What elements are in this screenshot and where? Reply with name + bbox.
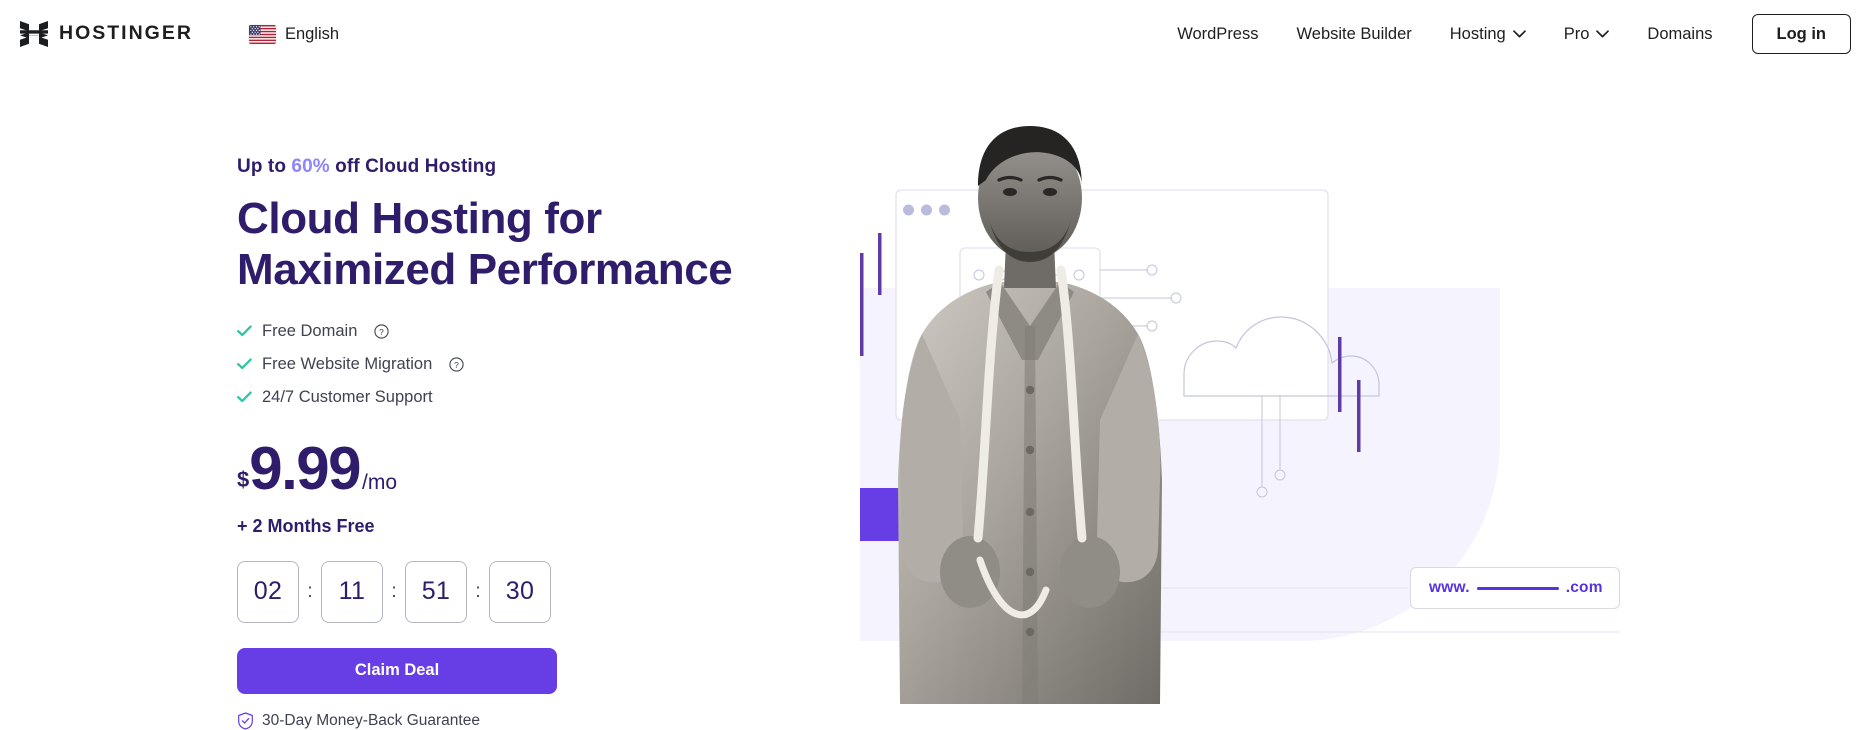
list-item: Free Domain ? — [237, 322, 797, 341]
countdown-hours: 11 — [321, 560, 383, 623]
hero-illustration: www. .com — [860, 120, 1860, 729]
check-icon — [237, 325, 252, 337]
svg-text:?: ? — [454, 360, 459, 370]
guarantee-label: 30-Day Money-Back Guarantee — [262, 711, 480, 729]
domain-suffix: .com — [1565, 579, 1603, 596]
brand-name: HOSTINGER — [59, 22, 193, 45]
domain-input-line — [1476, 586, 1559, 590]
countdown-seconds: 30 — [489, 560, 551, 623]
eyebrow-pre: Up to — [237, 156, 292, 177]
list-item: Free Website Migration ? — [237, 355, 797, 374]
countdown-separator: : — [475, 580, 481, 602]
price-period: /mo — [362, 470, 398, 494]
money-back-guarantee: 30-Day Money-Back Guarantee — [237, 712, 797, 730]
domain-prefix: www. — [1429, 579, 1470, 596]
bonus-text: + 2 Months Free — [237, 515, 375, 536]
info-icon[interactable]: ? — [373, 323, 389, 339]
nav-item-website-builder[interactable]: Website Builder — [1278, 17, 1431, 52]
feature-label: Free Website Migration — [262, 354, 433, 373]
countdown-separator: : — [307, 580, 313, 602]
eye-right — [1043, 188, 1057, 196]
headline-line-1: Cloud Hosting for — [237, 194, 602, 243]
price-display: $ 9.99 /mo — [237, 434, 797, 502]
price-amount: 9.99 — [249, 434, 361, 502]
language-selector[interactable]: English — [248, 24, 340, 44]
eyebrow-post: off Cloud Hosting — [329, 156, 497, 177]
countdown-minutes: 51 — [405, 560, 467, 623]
hero-content: Up to 60% off Cloud Hosting Cloud Hostin… — [237, 156, 797, 730]
site-header: HOSTINGER English WordPress Website Buil… — [0, 0, 1869, 68]
us-flag-icon — [248, 24, 276, 44]
login-button[interactable]: Log in — [1751, 13, 1851, 55]
chevron-down-icon — [1512, 30, 1526, 38]
feature-label: 24/7 Customer Support — [262, 387, 433, 406]
nav-item-hosting[interactable]: Hosting — [1431, 17, 1545, 52]
brand-logo[interactable]: HOSTINGER — [20, 19, 193, 49]
countdown-separator: : — [391, 580, 397, 602]
headline-line-2: Maximized Performance — [237, 245, 733, 295]
person-photo — [898, 126, 1162, 704]
countdown-days: 02 — [237, 560, 299, 623]
feature-label: Free Domain — [262, 321, 358, 340]
nav-label: Hosting — [1449, 24, 1506, 43]
svg-text:?: ? — [379, 327, 384, 337]
accent-bar-right-inner — [1357, 380, 1361, 452]
hand-right — [1060, 536, 1120, 608]
hostinger-h-logo-icon — [20, 21, 48, 47]
eye-left — [1003, 188, 1017, 196]
language-label: English — [284, 24, 340, 43]
price-currency: $ — [237, 466, 250, 492]
shield-check-icon — [238, 712, 253, 730]
chevron-down-icon — [1596, 30, 1610, 38]
nav-label: Website Builder — [1296, 24, 1412, 43]
nav-label: WordPress — [1177, 24, 1259, 43]
feature-list: Free Domain ? Free Website Migration ? 2… — [237, 322, 797, 407]
question-circle-icon: ? — [449, 357, 464, 372]
list-item: 24/7 Customer Support — [237, 388, 797, 407]
question-circle-icon: ? — [374, 324, 389, 339]
domain-search-bar[interactable]: www. .com — [1410, 567, 1620, 609]
eyebrow-percent: 60% — [291, 156, 330, 177]
check-icon — [237, 391, 252, 403]
nav-item-domains[interactable]: Domains — [1628, 17, 1731, 52]
page-title: Cloud Hosting for Maximized Performance — [237, 193, 797, 296]
check-icon — [237, 358, 252, 370]
nav-item-pro[interactable]: Pro — [1545, 17, 1629, 52]
info-icon[interactable]: ? — [448, 356, 464, 372]
promo-eyebrow: Up to 60% off Cloud Hosting — [237, 156, 797, 178]
claim-deal-button[interactable]: Claim Deal — [237, 647, 557, 694]
main-navigation: WordPress Website Builder Hosting Pro Do… — [1158, 13, 1851, 55]
nav-label: Domains — [1647, 24, 1713, 43]
accent-bar-right-outer — [1338, 337, 1342, 412]
nav-label: Pro — [1563, 24, 1590, 43]
countdown-timer: 02 : 11 : 51 : 30 — [237, 560, 797, 623]
nav-item-wordpress[interactable]: WordPress — [1158, 17, 1277, 52]
hand-left — [940, 536, 1000, 608]
